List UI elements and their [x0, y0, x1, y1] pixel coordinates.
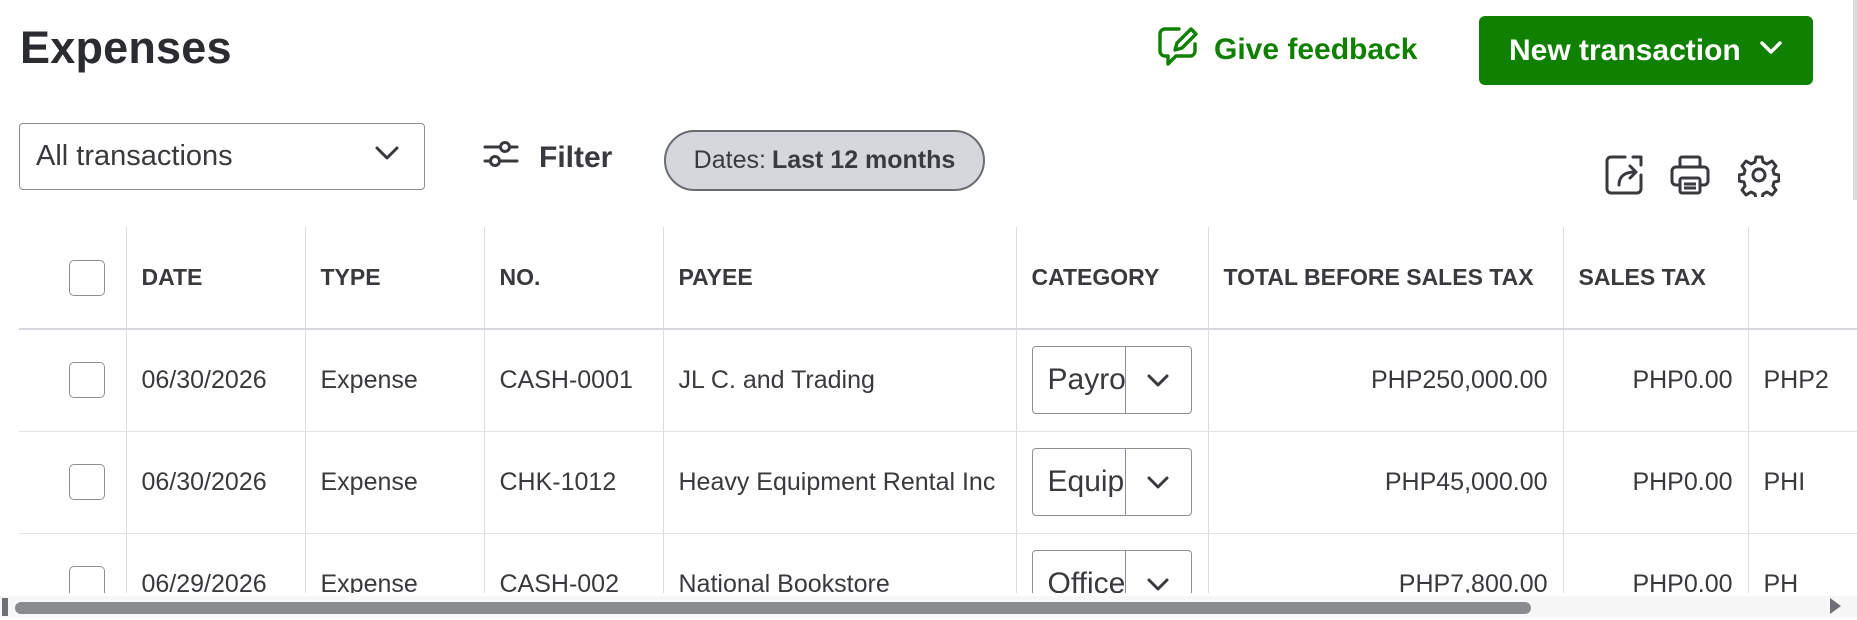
scroll-left-arrow-icon[interactable]: [2, 598, 8, 616]
dates-value: Last 12 months: [771, 146, 956, 174]
table-row[interactable]: 06/30/2026 Expense CASH-0001 JL C. and T…: [19, 329, 1857, 432]
select-all-cell: [19, 227, 126, 330]
cell-sales-tax: PHP0.00: [1562, 533, 1748, 593]
row-select-cell: [19, 329, 126, 432]
give-feedback-button[interactable]: Give feedback: [1156, 26, 1417, 74]
col-header-category[interactable]: CATEGORY: [1015, 227, 1208, 330]
print-icon[interactable]: [1669, 153, 1711, 197]
col-header-total[interactable]: [1747, 227, 1857, 330]
settings-gear-icon[interactable]: [1737, 153, 1781, 201]
category-select[interactable]: Equip: [1031, 448, 1192, 516]
chevron-down-icon: [1755, 31, 1787, 71]
cell-total: PHI: [1747, 431, 1857, 534]
category-value: Payro: [1047, 363, 1125, 397]
category-value: Equip: [1047, 465, 1125, 498]
col-header-no[interactable]: NO.: [483, 227, 663, 330]
dates-filter-chip[interactable]: Dates: Last 12 months: [664, 130, 985, 191]
filter-label: Filter: [539, 141, 613, 174]
cell-date: 06/29/2026: [125, 533, 305, 593]
cell-category: Office: [1015, 533, 1208, 593]
table-row[interactable]: 06/30/2026 Expense CHK-1012 Heavy Equipm…: [19, 431, 1857, 534]
dates-prefix: Dates:: [693, 146, 766, 174]
expenses-table: DATE TYPE NO. PAYEE CATEGORY TOTAL BEFOR…: [19, 227, 1857, 593]
cell-no: CHK-1012: [483, 431, 663, 534]
cell-payee: JL C. and Trading: [662, 329, 1016, 432]
chevron-down-icon: [370, 136, 404, 178]
cell-no: CASH-0001: [483, 329, 663, 432]
cell-no: CASH-002: [483, 533, 663, 593]
scroll-right-arrow-icon[interactable]: [1828, 597, 1842, 615]
cell-sales-tax: PHP0.00: [1562, 329, 1748, 432]
cell-sales-tax: PHP0.00: [1562, 431, 1748, 534]
row-checkbox[interactable]: [69, 566, 105, 593]
cell-type: Expense: [304, 533, 484, 593]
cell-total: PHP2: [1747, 329, 1857, 432]
filter-sliders-icon: [481, 134, 521, 182]
cell-type: Expense: [304, 431, 484, 534]
new-transaction-label: New transaction: [1509, 33, 1741, 67]
cell-total-before-sales-tax: PHP7,800.00: [1207, 533, 1563, 593]
category-select[interactable]: Office: [1031, 550, 1192, 593]
row-select-cell: [19, 533, 126, 593]
feedback-speech-bubble-icon: [1156, 24, 1200, 76]
col-header-date[interactable]: DATE: [125, 227, 305, 330]
cell-payee: Heavy Equipment Rental Inc: [662, 431, 1016, 534]
expenses-table-viewport: DATE TYPE NO. PAYEE CATEGORY TOTAL BEFOR…: [19, 227, 1857, 593]
cell-total: PH: [1747, 533, 1857, 593]
col-header-total-before-sales-tax[interactable]: TOTAL BEFORE SALES TAX: [1207, 227, 1563, 330]
category-select[interactable]: Payro: [1031, 346, 1192, 415]
horizontal-scrollbar-thumb[interactable]: [15, 602, 1531, 614]
cell-total-before-sales-tax: PHP45,000.00: [1207, 431, 1563, 534]
category-value: Office: [1047, 567, 1125, 593]
chevron-down-icon[interactable]: [1124, 551, 1191, 593]
vertical-scrollbar[interactable]: [1853, 0, 1857, 200]
chevron-down-icon[interactable]: [1124, 449, 1191, 515]
select-all-checkbox[interactable]: [69, 259, 105, 296]
give-feedback-label: Give feedback: [1214, 33, 1418, 66]
filter-button[interactable]: Filter: [481, 136, 612, 180]
export-icon[interactable]: [1603, 153, 1645, 197]
table-row[interactable]: 06/29/2026 Expense CASH-002 National Boo…: [19, 533, 1857, 593]
cell-date: 06/30/2026: [125, 431, 305, 534]
cell-category: Payro: [1015, 329, 1208, 432]
row-select-cell: [19, 431, 126, 534]
col-header-sales-tax[interactable]: SALES TAX: [1562, 227, 1748, 330]
col-header-payee[interactable]: PAYEE: [662, 227, 1016, 330]
page-title: Expenses: [20, 22, 232, 73]
col-header-type[interactable]: TYPE: [304, 227, 484, 330]
cell-category: Equip: [1015, 431, 1208, 534]
table-header-row: DATE TYPE NO. PAYEE CATEGORY TOTAL BEFOR…: [19, 227, 1857, 330]
transaction-type-dropdown[interactable]: All transactions: [19, 123, 425, 190]
transaction-type-value: All transactions: [36, 140, 233, 172]
cell-date: 06/30/2026: [125, 329, 305, 432]
cell-type: Expense: [304, 329, 484, 432]
row-checkbox[interactable]: [69, 362, 105, 399]
cell-payee: National Bookstore: [662, 533, 1016, 593]
cell-total-before-sales-tax: PHP250,000.00: [1207, 329, 1563, 432]
chevron-down-icon[interactable]: [1124, 347, 1191, 414]
new-transaction-button[interactable]: New transaction: [1479, 16, 1813, 85]
row-checkbox[interactable]: [69, 464, 105, 500]
